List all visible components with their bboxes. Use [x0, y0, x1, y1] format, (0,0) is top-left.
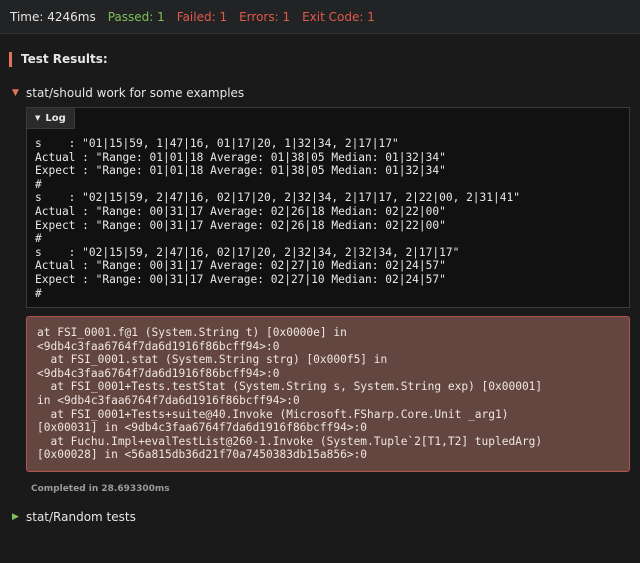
stack-trace: at FSI_0001.f@1 (System.String t) [0x000…	[37, 326, 542, 462]
log-panel: ▼ Log s : "01|15|59, 1|47|16, 01|17|20, …	[26, 107, 630, 308]
log-line: Expect : "Range: 01|01|18 Average: 01|38…	[35, 164, 446, 178]
stack-line: at FSI_0001+Tests.testStat (System.Strin…	[37, 380, 543, 394]
log-line: s : "02|15|59, 2|47|16, 02|17|20, 2|32|3…	[35, 245, 460, 259]
log-line: #	[35, 177, 42, 191]
caret-down-icon: ▼	[12, 88, 19, 98]
error-panel: at FSI_0001.f@1 (System.String t) [0x000…	[26, 316, 630, 472]
completed-time: Completed in 28.693300ms	[31, 484, 170, 494]
log-line: Actual : "Range: 00|31|17 Average: 02|27…	[35, 259, 446, 273]
test-results-heading: Test Results:	[9, 52, 108, 67]
status-failed: Failed: 1	[176, 9, 228, 24]
caret-down-icon: ▼	[35, 114, 41, 122]
suite-toggle-random[interactable]: ▶ stat/Random tests	[12, 509, 136, 525]
suite-label: stat/Random tests	[26, 510, 136, 524]
log-line: Actual : "Range: 01|01|18 Average: 01|38…	[35, 150, 446, 164]
stack-line: <9db4c3faa6764f7da6d1916f86bcff94>:0	[37, 366, 280, 380]
status-bar: Time: 4246ms Passed: 1 Failed: 1 Errors:…	[0, 0, 640, 34]
log-line: #	[35, 232, 42, 246]
stack-line: at FSI_0001.stat (System.String strg) [0…	[37, 353, 388, 367]
caret-right-icon: ▶	[12, 512, 19, 522]
log-line: Expect : "Range: 00|31|17 Average: 02|26…	[35, 218, 446, 232]
suite-label: stat/should work for some examples	[26, 86, 245, 100]
status-passed: Passed: 1	[107, 9, 165, 24]
log-line: Expect : "Range: 00|31|17 Average: 02|27…	[35, 272, 446, 286]
status-exit-code: Exit Code: 1	[302, 9, 375, 24]
stack-line: [0x00031] in <9db4c3faa6764f7da6d1916f86…	[37, 421, 368, 435]
stack-line: in <9db4c3faa6764f7da6d1916f86bcff94>:0	[37, 393, 300, 407]
stack-line: at FSI_0001.f@1 (System.String t) [0x000…	[37, 326, 347, 339]
log-line: s : "01|15|59, 1|47|16, 01|17|20, 1|32|3…	[35, 137, 399, 150]
log-line: #	[35, 286, 42, 300]
log-toggle[interactable]: ▼ Log	[27, 108, 75, 129]
stack-line: at Fuchu.Impl+evalTestList@260-1.Invoke …	[37, 434, 543, 448]
log-output: s : "01|15|59, 1|47|16, 01|17|20, 1|32|3…	[35, 137, 520, 300]
status-time: Time: 4246ms	[10, 9, 96, 24]
stack-line: <9db4c3faa6764f7da6d1916f86bcff94>:0	[37, 339, 280, 353]
log-tab-label: Log	[45, 112, 66, 124]
stack-line: [0x00028] in <56a815db36d21f70a7450383db…	[37, 448, 368, 462]
status-errors: Errors: 1	[239, 9, 291, 24]
log-line: s : "02|15|59, 2|47|16, 02|17|20, 2|32|3…	[35, 191, 520, 205]
log-line: Actual : "Range: 00|31|17 Average: 02|26…	[35, 204, 446, 218]
stack-line: at FSI_0001+Tests+suite@40.Invoke (Micro…	[37, 407, 509, 421]
suite-toggle-examples[interactable]: ▼ stat/should work for some examples	[12, 85, 244, 101]
